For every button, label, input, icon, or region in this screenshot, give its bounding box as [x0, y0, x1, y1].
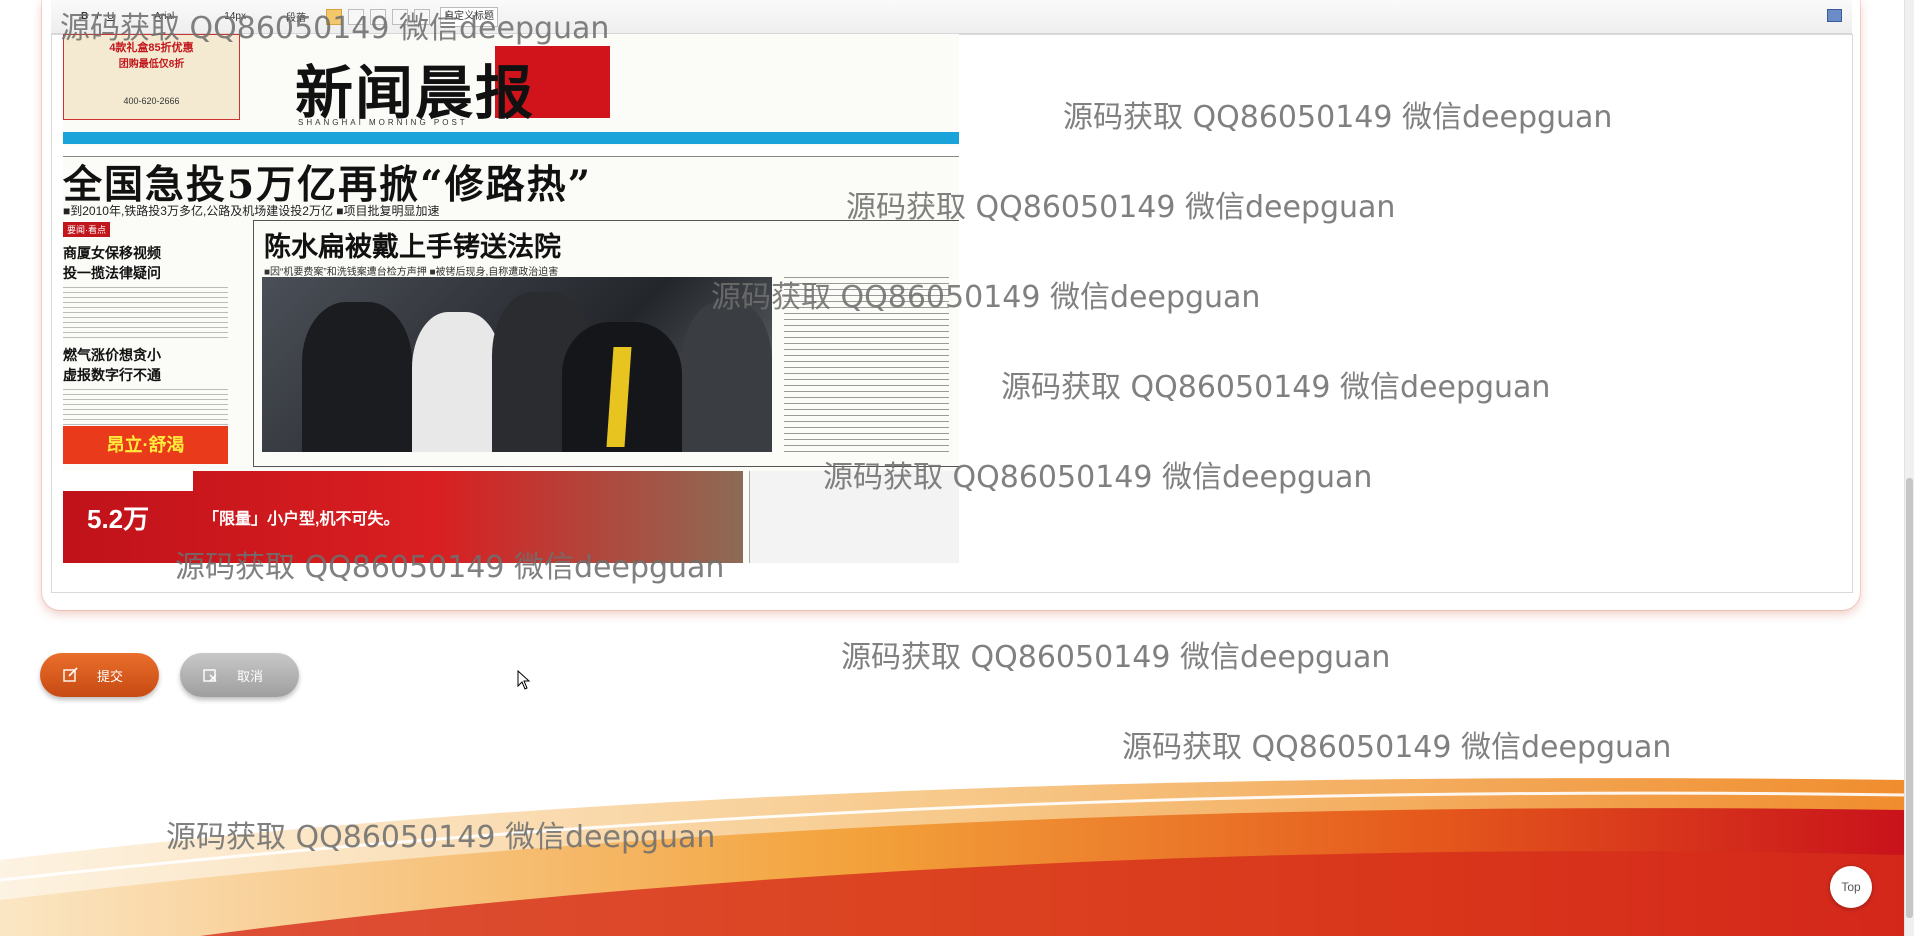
ad-left-phone: 400-620-2666 — [123, 96, 180, 106]
left-column-text — [63, 287, 228, 339]
bottom-ad-text: 「限量」小户型,机不可失。 — [203, 511, 400, 528]
watermark-text: 源码获取 QQ86050149 微信deepguan — [711, 280, 1261, 315]
newspaper-main-story: 陈水扁被戴上手铐送法院 ■因“机要费案”和洗钱案遭台检方声押 ■被铐后现身,自称… — [253, 220, 959, 467]
submit-button[interactable]: 提交 — [40, 653, 159, 697]
story-photo — [262, 277, 772, 452]
bottom-ad-price: 5.2万 — [87, 504, 150, 534]
newspaper-brand-ad: 昂立·舒渴 — [63, 426, 228, 464]
cancel-edit-icon — [203, 669, 217, 682]
story-title: 陈水扁被戴上手铐送法院 — [264, 232, 561, 263]
masthead-subtitle: SHANGHAI MORNING POST — [298, 118, 468, 127]
mouse-cursor-icon — [517, 670, 531, 690]
watermark-text: 源码获取 QQ86050149 微信deepguan — [1001, 370, 1551, 405]
story-subtitle: ■因“机要费案”和洗钱案遭台检方声押 ■被铐后现身,自称遭政治迫害 — [264, 267, 559, 278]
cancel-label: 取消 — [237, 668, 264, 684]
watermark-text: 源码获取 QQ86050149 微信deepguan — [841, 640, 1391, 675]
newspaper-masthead: 新闻晨报 — [295, 46, 665, 127]
left-column-tag: 要闻·看点 — [63, 222, 110, 237]
page-scrollbar[interactable] — [1904, 0, 1914, 936]
back-to-top-button[interactable]: Top — [1830, 866, 1872, 908]
watermark-text: 源码获取 QQ86050149 微信deepguan — [1122, 730, 1672, 765]
left-column-title1: 商厦女保移视频 — [63, 246, 161, 262]
left-column-title2b: 虚报数字行不通 — [63, 368, 161, 384]
newspaper-subline: ■到2010年,铁路投3万多亿,公路及机场建设投2万亿 ■项目批复明显加速 — [63, 204, 440, 218]
cancel-button[interactable]: 取消 — [180, 653, 299, 697]
watermark-text: 源码获取 QQ86050149 微信deepguan — [166, 820, 716, 855]
left-column-title2: 燃气涨价想贪小 — [63, 348, 161, 364]
ad-left-line2: 团购最低仅8折 — [118, 59, 185, 70]
submit-label: 提交 — [97, 668, 124, 684]
newspaper-blue-strip — [63, 132, 959, 144]
edit-icon — [63, 667, 78, 682]
watermark-text: 源码获取 QQ86050149 微信deepguan — [823, 460, 1373, 495]
watermark-text: 源码获取 QQ86050149 微信deepguan — [60, 11, 610, 46]
newspaper-right-info — [788, 34, 958, 129]
fullscreen-icon[interactable] — [1827, 9, 1842, 22]
watermark-text: 源码获取 QQ86050149 微信deepguan — [1063, 100, 1613, 135]
scrollbar-thumb[interactable] — [1906, 478, 1913, 918]
watermark-text: 源码获取 QQ86050149 微信deepguan — [175, 550, 725, 585]
watermark-text: 源码获取 QQ86050149 微信deepguan — [846, 190, 1396, 225]
left-column-title1b: 投一揽法律疑问 — [63, 266, 161, 282]
